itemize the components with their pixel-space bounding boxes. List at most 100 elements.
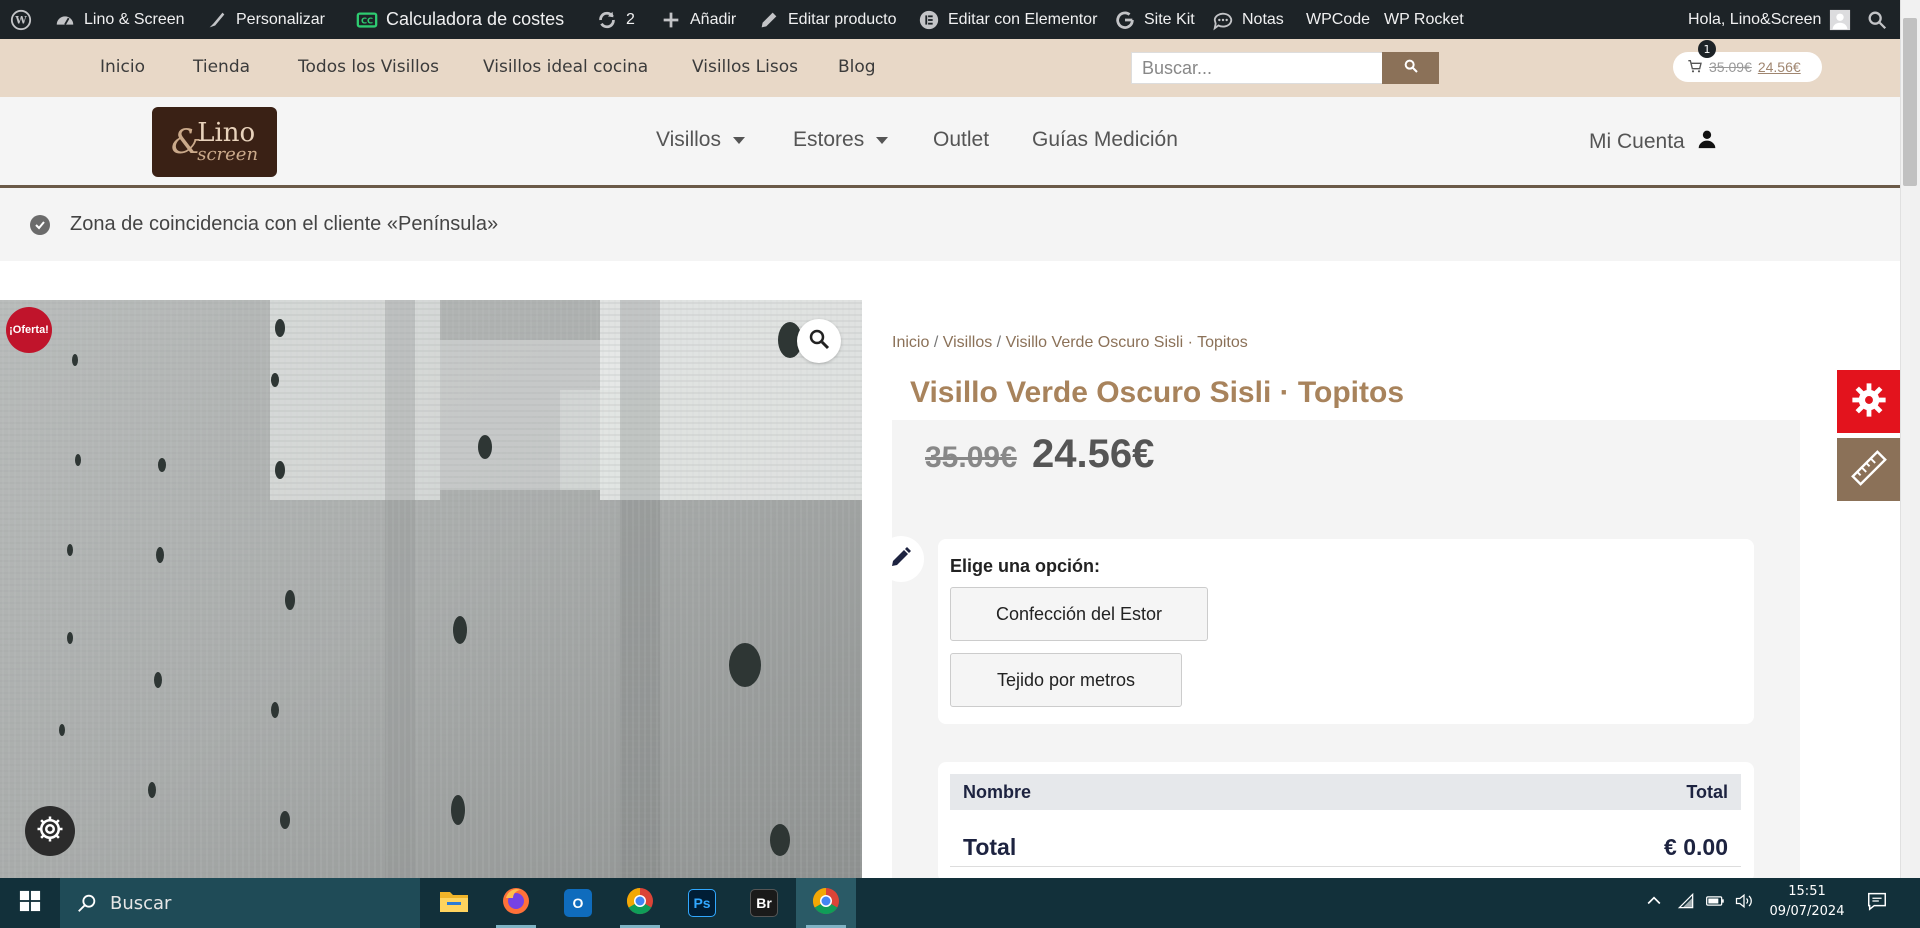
search-icon [1403, 58, 1419, 78]
top-link-blog[interactable]: Blog [838, 57, 876, 77]
admin-site-name[interactable]: Lino & Screen [54, 0, 185, 39]
nav-visillos-label: Visillos [656, 128, 721, 151]
chat-bubble-icon [1212, 9, 1234, 31]
zoom-button[interactable] [797, 319, 841, 363]
taskbar-chrome-active[interactable] [796, 878, 856, 928]
check-circle-icon [30, 215, 50, 235]
nav-estores-label: Estores [793, 128, 865, 151]
taskbar-chrome[interactable] [610, 878, 670, 928]
admin-wp-rocket-label: WP Rocket [1384, 10, 1464, 28]
admin-edit-elementor[interactable]: Editar con Elementor [918, 0, 1097, 39]
admin-greeting: Hola, Lino&Screen [1688, 10, 1822, 28]
search-button[interactable] [1382, 52, 1439, 84]
admin-edit-product[interactable]: Editar producto [758, 0, 897, 39]
top-link-visillos-lisos[interactable]: Visillos Lisos [692, 57, 798, 77]
admin-cost-calculator[interactable]: CC Calculadora de costes [356, 0, 564, 39]
top-link-todos-visillos[interactable]: Todos los Visillos [298, 57, 439, 77]
notice-text: Zona de coincidencia con el cliente «Pen… [70, 213, 499, 235]
top-link-inicio[interactable]: Inicio [100, 57, 145, 77]
elementor-icon [918, 9, 940, 31]
brush-icon [206, 9, 228, 31]
chrome-icon [625, 886, 655, 920]
chevron-down-icon [876, 136, 889, 144]
admin-search-button[interactable] [1866, 0, 1888, 39]
wordpress-logo-button[interactable]: W [10, 0, 32, 39]
taskbar-bridge[interactable]: Br [734, 878, 794, 928]
speaker-icon [1734, 891, 1754, 915]
taskbar-search-placeholder: Buscar [110, 892, 172, 914]
nav-visillos[interactable]: Visillos [656, 128, 745, 152]
chevron-up-icon [1644, 891, 1664, 915]
cart-new-price: 24.56€ [1757, 59, 1801, 75]
search-icon [76, 892, 98, 919]
taskbar-photoshop[interactable]: Ps [672, 878, 732, 928]
admin-account-menu[interactable]: Hola, Lino&Screen [1688, 0, 1851, 39]
top-link-tienda[interactable]: Tienda [193, 57, 250, 77]
pencil-icon [758, 9, 780, 31]
notification-icon [1866, 890, 1888, 916]
product-image[interactable] [0, 300, 862, 878]
nav-estores[interactable]: Estores [793, 128, 889, 152]
gear-icon [1850, 381, 1888, 423]
tray-network[interactable] [1676, 878, 1696, 928]
tray-notifications[interactable] [1866, 878, 1888, 928]
site-logo[interactable]: & Lino screen [152, 107, 277, 177]
top-link-visillos-cocina[interactable]: Visillos ideal cocina [483, 57, 648, 77]
option-confeccion-estor[interactable]: Confección del Estor [950, 587, 1208, 641]
taskbar-firefox[interactable] [486, 878, 546, 928]
search-input[interactable]: Buscar... [1131, 52, 1383, 84]
taskbar-search[interactable]: Buscar [60, 878, 420, 928]
admin-updates-count: 2 [626, 10, 635, 28]
battery-icon [1704, 891, 1726, 915]
svg-text:CC: CC [361, 15, 373, 25]
outlook-icon: O [564, 889, 592, 917]
breadcrumb-visillos[interactable]: Visillos [943, 334, 993, 351]
totals-row: Total € 0.00 [950, 834, 1741, 861]
nav-outlet[interactable]: Outlet [933, 128, 989, 152]
my-account-label: Mi Cuenta [1589, 130, 1685, 153]
side-measure-button[interactable] [1837, 438, 1900, 501]
tray-show-hidden[interactable] [1644, 878, 1664, 928]
product-old-price: 35.09€ [925, 441, 1017, 474]
admin-notes[interactable]: Notas [1212, 0, 1284, 39]
total-label: Total [963, 834, 1017, 860]
firefox-icon [501, 886, 531, 920]
admin-notes-label: Notas [1242, 10, 1284, 28]
totals-col-total: Total [1686, 781, 1728, 802]
clock-time: 15:51 [1788, 884, 1826, 899]
option-tejido-metros[interactable]: Tejido por metros [950, 653, 1182, 707]
admin-customize-label: Personalizar [236, 10, 325, 28]
nav-guias-medicion[interactable]: Guías Medición [1032, 128, 1178, 152]
breadcrumb-inicio[interactable]: Inicio [892, 334, 929, 351]
top-bar [0, 39, 1900, 97]
refresh-icon [596, 9, 618, 31]
search-icon [1866, 9, 1888, 31]
admin-customize[interactable]: Personalizar [206, 0, 325, 39]
my-account-link[interactable]: Mi Cuenta [1589, 128, 1717, 156]
product-title: Visillo Verde Oscuro Sisli · Topitos [910, 376, 1405, 409]
tray-volume[interactable] [1734, 878, 1754, 928]
taskbar-file-explorer[interactable] [424, 878, 484, 928]
taskbar-outlook[interactable]: O [548, 878, 608, 928]
start-button[interactable] [0, 878, 60, 928]
option-label: Elige una opción: [950, 556, 1101, 576]
admin-wpcode[interactable]: WPCode [1306, 0, 1370, 39]
admin-wp-rocket[interactable]: WP Rocket [1384, 0, 1464, 39]
admin-site-kit[interactable]: Site Kit [1114, 0, 1195, 39]
photoshop-icon: Ps [688, 889, 716, 917]
cookie-settings-button[interactable] [25, 806, 75, 856]
totals-col-name: Nombre [963, 781, 1032, 802]
sale-badge: ¡Oferta! [6, 307, 52, 353]
tray-battery[interactable] [1704, 878, 1726, 928]
calculator-icon: CC [356, 9, 378, 31]
admin-site-name-label: Lino & Screen [84, 10, 185, 28]
admin-cost-calculator-label: Calculadora de costes [386, 9, 565, 29]
taskbar-clock[interactable]: 15:51 09/07/2024 [1762, 882, 1852, 922]
pencil-icon [889, 545, 913, 573]
side-settings-button[interactable] [1837, 370, 1900, 433]
admin-add-new[interactable]: Añadir [660, 0, 736, 39]
mini-cart[interactable]: 35.09€ 24.56€ [1673, 52, 1822, 82]
edit-options-button[interactable] [878, 536, 924, 582]
admin-updates[interactable]: 2 [596, 0, 635, 39]
scrollbar-thumb[interactable] [1903, 18, 1917, 186]
